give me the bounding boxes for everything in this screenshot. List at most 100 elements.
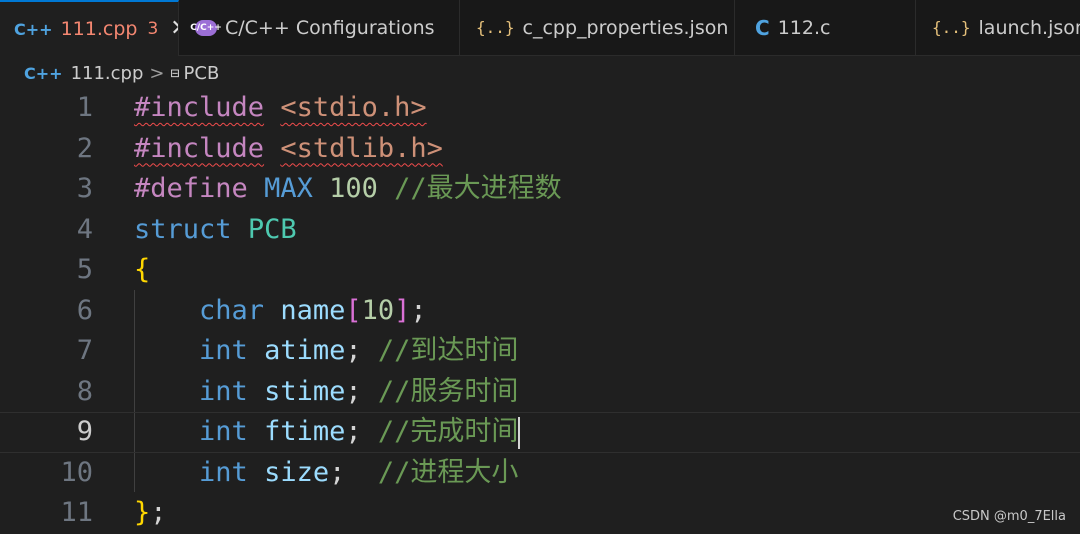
close-icon[interactable]: ✕: [170, 18, 178, 40]
code-line[interactable]: 6 char name[10];: [0, 291, 1080, 332]
code-token: int: [199, 375, 248, 407]
code-token: name: [280, 294, 346, 326]
tab-label: launch.json: [978, 16, 1080, 39]
code-text: #define MAX 100 //最大进程数: [134, 169, 562, 210]
line-number: 9: [76, 416, 93, 447]
json-file-icon: {..}: [932, 18, 971, 37]
code-line[interactable]: 1 #include <stdio.h>: [0, 88, 1080, 129]
code-token: <stdlib.h>: [280, 132, 443, 164]
code-token: int: [199, 456, 248, 488]
line-number: 10: [60, 456, 93, 488]
code-token: ;: [345, 375, 378, 407]
breadcrumb-symbol[interactable]: PCB: [184, 63, 220, 84]
line-number: 2: [76, 132, 93, 164]
code-text: {: [134, 250, 150, 291]
cpp-config-icon: C/C++: [190, 19, 222, 36]
code-line[interactable]: 4 struct PCB: [0, 210, 1080, 251]
text-cursor: [518, 416, 521, 449]
tab-111-cpp[interactable]: C++ 111.cpp 3 ✕: [0, 0, 179, 56]
code-line[interactable]: 5{: [0, 250, 1080, 291]
c-file-icon: C: [755, 15, 770, 40]
code-text: int ftime; //完成时间: [134, 412, 521, 453]
line-number: 11: [60, 497, 93, 528]
tab-label: C/C++ Configurations: [225, 16, 435, 39]
code-token: //服务时间: [377, 375, 519, 407]
code-token: ;: [345, 335, 378, 366]
code-token: #define: [134, 173, 248, 204]
line-number: 8: [76, 375, 93, 407]
code-token: }: [134, 497, 151, 528]
line-number: 4: [76, 213, 93, 245]
code-text: int stime; //服务时间: [134, 372, 518, 413]
code-token: //最大进程数: [394, 173, 562, 204]
tab-c-cpp-properties-json[interactable]: {..} c_cpp_properties.json: [460, 0, 735, 55]
code-token: ;: [410, 294, 427, 326]
code-token: MAX: [264, 173, 313, 204]
code-token: ;: [329, 456, 378, 488]
code-token: int: [199, 335, 248, 366]
line-number: 3: [76, 173, 93, 204]
code-token: stime: [264, 375, 346, 407]
code-token: //到达时间: [377, 335, 519, 366]
code-token: ftime: [264, 416, 346, 447]
code-line[interactable]: 7 int atime; //到达时间: [0, 331, 1080, 372]
code-token: struct: [134, 213, 232, 245]
code-token: 10: [361, 294, 395, 326]
watermark: CSDN @m0_7Ella: [952, 509, 1066, 524]
code-token: 100: [329, 173, 378, 204]
code-token: int: [199, 416, 248, 447]
tab-cpp-configurations[interactable]: C/C++ C/C++ Configurations: [179, 0, 460, 55]
code-text: int atime; //到达时间: [134, 331, 518, 372]
tab-label: c_cpp_properties.json: [522, 16, 729, 39]
code-token: //进程大小: [377, 456, 519, 488]
code-token: ]: [394, 294, 411, 326]
code-token: ;: [150, 497, 167, 528]
code-text: char name[10];: [134, 291, 427, 332]
cpp-file-icon: C++: [14, 19, 53, 39]
tab-label: 112.c: [777, 16, 831, 39]
json-file-icon: {..}: [476, 18, 515, 37]
tab-launch-json[interactable]: {..} launch.json: [916, 0, 1080, 55]
code-text: };: [134, 493, 167, 534]
breadcrumb: C++ 111.cpp > ⊟ PCB: [0, 56, 1080, 90]
code-editor[interactable]: 1 #include <stdio.h> 2 #include <stdlib.h> 3…: [0, 90, 1080, 532]
code-token: #include: [134, 132, 265, 164]
code-line[interactable]: 8 int stime; //服务时间: [0, 372, 1080, 413]
code-token: <stdio.h>: [280, 92, 427, 123]
code-line[interactable]: 10 int size; //进程大小: [0, 453, 1080, 494]
tab-bar: C++ 111.cpp 3 ✕ C/C++ C/C++ Configuratio…: [0, 0, 1080, 56]
code-token: //完成时间: [377, 416, 519, 447]
chevron-right-icon: >: [149, 62, 165, 84]
line-number: 1: [76, 92, 93, 123]
code-token: PCB: [247, 213, 297, 245]
code-line[interactable]: 2 #include <stdlib.h>: [0, 129, 1080, 170]
code-line[interactable]: 3 #define MAX 100 //最大进程数: [0, 169, 1080, 210]
tab-112-c[interactable]: C 112.c: [735, 0, 916, 55]
code-line[interactable]: 11};: [0, 493, 1080, 534]
problems-badge: 3: [147, 19, 159, 39]
breadcrumb-file[interactable]: 111.cpp: [71, 63, 144, 84]
struct-symbol-icon: ⊟: [170, 64, 180, 82]
code-token: #include: [134, 92, 265, 123]
line-number: 7: [76, 335, 93, 366]
code-text: struct PCB: [134, 210, 297, 251]
code-token: [: [345, 294, 362, 326]
code-text: int size; //进程大小: [134, 453, 518, 494]
line-number: 6: [76, 294, 93, 326]
code-line[interactable]: 9 int ftime; //完成时间: [0, 412, 1080, 453]
code-token: atime: [264, 335, 346, 366]
